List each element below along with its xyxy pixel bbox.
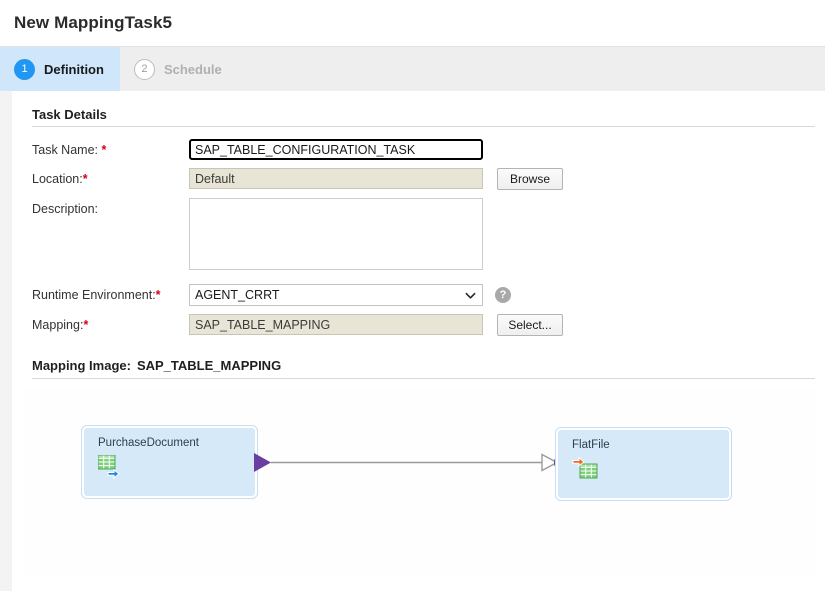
page-header: New MappingTask5 — [0, 0, 825, 46]
mapping-node-target[interactable]: FlatFile — [555, 427, 732, 501]
mapping-image-heading: Mapping Image: SAP_TABLE_MAPPING — [32, 358, 825, 373]
browse-button[interactable]: Browse — [497, 168, 563, 190]
location-required-marker: * — [82, 172, 88, 186]
mapping-image-name: SAP_TABLE_MAPPING — [136, 358, 282, 373]
tab-schedule[interactable]: 2 Schedule — [120, 47, 238, 91]
target-flatfile-icon — [572, 456, 598, 481]
mapping-node-source-label: PurchaseDocument — [98, 437, 199, 449]
mapping-image-heading-text: Mapping Image: — [32, 358, 131, 373]
mapping-node-target-label: FlatFile — [572, 439, 610, 451]
source-table-icon — [97, 454, 124, 479]
mapping-row: Mapping:* SAP_TABLE_MAPPING Select... — [32, 314, 825, 336]
definition-panel: Task Details Task Name: * Location:* Def… — [12, 91, 825, 591]
location-value: Default — [195, 171, 235, 186]
mapping-value: SAP_TABLE_MAPPING — [195, 317, 331, 332]
wizard-step-bar: 1 Definition 2 Schedule — [0, 46, 825, 91]
location-label: Location:* — [32, 168, 189, 187]
description-row: Description: — [32, 198, 825, 270]
tab-definition-label: Definition — [44, 61, 104, 77]
runtime-environment-label: Runtime Environment:* — [32, 284, 189, 303]
runtime-environment-value: AGENT_CRRT — [195, 288, 280, 302]
mapping-image-divider — [32, 378, 815, 379]
task-details-divider — [32, 126, 815, 127]
runtime-environment-required-marker: * — [155, 288, 161, 302]
task-name-required-marker: * — [101, 143, 107, 157]
step-number-1: 1 — [14, 58, 35, 80]
tab-definition[interactable]: 1 Definition — [0, 47, 120, 91]
step-number-2: 2 — [133, 58, 155, 80]
mapping-label: Mapping:* — [32, 314, 189, 333]
mapping-canvas[interactable]: PurchaseDocument FlatFile — [24, 388, 815, 578]
description-label: Description: — [32, 202, 98, 216]
task-name-row: Task Name: * — [32, 139, 825, 160]
page-body: Task Details Task Name: * Location:* Def… — [0, 91, 825, 591]
page-title: New MappingTask5 — [14, 13, 173, 32]
select-mapping-button[interactable]: Select... — [497, 314, 563, 336]
runtime-environment-label-text: Runtime Environment: — [32, 288, 156, 302]
location-field[interactable]: Default — [189, 168, 483, 189]
mapping-label-text: Mapping: — [32, 318, 84, 332]
task-details-heading: Task Details — [32, 107, 107, 122]
connector-source-arrow — [254, 453, 271, 472]
task-details-form: Task Name: * Location:* Default Browse D… — [32, 139, 825, 336]
task-name-label-text: Task Name: — [32, 143, 98, 157]
tab-schedule-label: Schedule — [163, 61, 222, 77]
help-icon[interactable]: ? — [495, 287, 511, 303]
mapping-connector — [254, 448, 574, 478]
chevron-down-icon — [465, 290, 476, 301]
runtime-environment-select[interactable]: AGENT_CRRT — [189, 284, 483, 306]
mapping-node-source[interactable]: PurchaseDocument — [81, 425, 258, 499]
mapping-field[interactable]: SAP_TABLE_MAPPING — [189, 314, 483, 335]
task-name-label: Task Name: * — [32, 139, 189, 158]
description-textarea[interactable] — [189, 198, 483, 270]
runtime-environment-row: Runtime Environment:* AGENT_CRRT ? — [32, 284, 825, 306]
task-name-input[interactable] — [189, 139, 483, 160]
location-label-text: Location: — [32, 172, 83, 186]
location-row: Location:* Default Browse — [32, 168, 825, 190]
mapping-required-marker: * — [83, 318, 89, 332]
left-gutter — [0, 91, 12, 591]
